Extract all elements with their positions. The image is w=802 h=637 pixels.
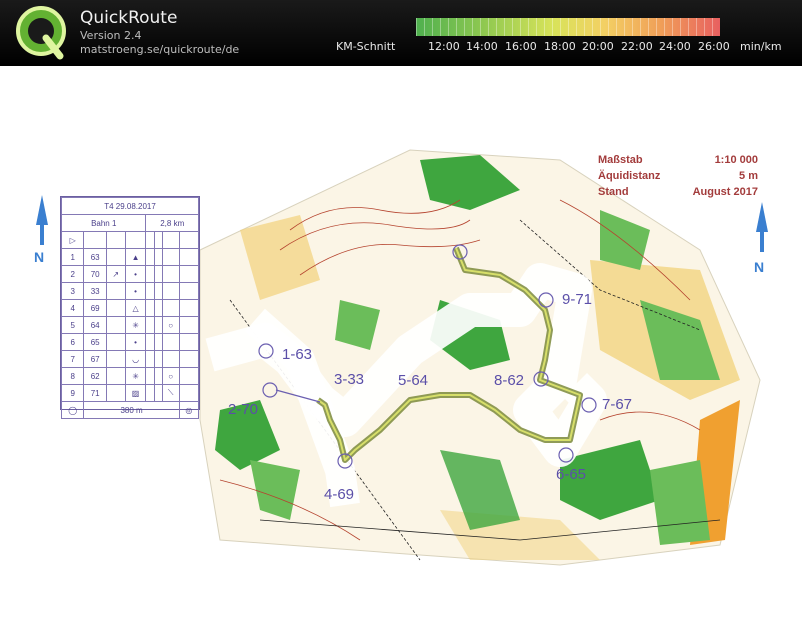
control-label: 2-70 <box>228 401 259 418</box>
card-row-code: 69 <box>83 299 107 317</box>
pace-tick: 12:00 <box>428 40 460 53</box>
app-url: matstroeng.se/quickroute/de <box>80 43 240 56</box>
pace-unit: min/km <box>740 40 782 53</box>
pace-tick: 16:00 <box>505 40 537 53</box>
control-label: 6-65 <box>556 466 587 483</box>
legend-key: Maßstab <box>598 154 643 166</box>
card-finish-distance: 380 m <box>83 401 180 419</box>
svg-text:N: N <box>754 259 764 275</box>
card-row-num: 4 <box>60 299 85 317</box>
legend-value: 5 m <box>739 170 758 182</box>
card-title: T4 29.08.2017 <box>61 197 199 215</box>
finish-circle-icon: ◎ <box>178 401 200 419</box>
legend-key: Äquidistanz <box>598 170 661 182</box>
control-label: 8-62 <box>494 372 525 389</box>
app-title: QuickRoute <box>80 8 178 28</box>
control-label: 3-33 <box>334 371 365 388</box>
card-length: 2,8 km <box>145 214 199 232</box>
pace-tick: 20:00 <box>582 40 614 53</box>
orienteering-map[interactable]: N N 1-63 2-70 3-33 4-69 5-64 6-65 7-67 8… <box>0 66 802 632</box>
pace-tick: 26:00 <box>698 40 730 53</box>
legend-key: Stand <box>598 186 629 198</box>
control-label: 7-67 <box>602 396 633 413</box>
card-row-num: 8 <box>60 367 85 385</box>
card-row-code: 71 <box>83 384 107 402</box>
card-row-num: 3 <box>60 282 85 300</box>
card-row-code: 33 <box>83 282 107 300</box>
pace-tick: 24:00 <box>659 40 691 53</box>
app-version: Version 2.4 <box>80 29 142 42</box>
control-label: 1-63 <box>282 346 313 363</box>
control-label: 4-69 <box>324 486 355 503</box>
card-row-code: 64 <box>83 316 107 334</box>
quickroute-logo-icon <box>16 6 66 60</box>
card-row-num: 9 <box>60 384 85 402</box>
card-row-code: 62 <box>83 367 107 385</box>
control-description-card: T4 29.08.2017 Bahn 1 2,8 km ▷ 1 63 ▲ 2 70 ↗ • … <box>60 196 200 419</box>
card-course: Bahn 1 <box>60 214 147 232</box>
card-row-num: 5 <box>60 316 85 334</box>
card-row-code: 63 <box>83 248 107 266</box>
finish-icon: ◯ <box>60 401 85 419</box>
svg-text:N: N <box>34 249 44 265</box>
symbol-icon: ▲ <box>124 248 147 266</box>
pace-tick: 22:00 <box>621 40 653 53</box>
card-row-num: 6 <box>60 333 85 351</box>
card-row-code: 70 <box>83 265 107 283</box>
app-header: QuickRoute Version 2.4 matstroeng.se/qui… <box>0 0 802 66</box>
start-triangle-icon: ▷ <box>60 231 85 249</box>
card-row-code: 65 <box>83 333 107 351</box>
legend-value: 1:10 000 <box>714 154 758 166</box>
map-info-legend: Maßstab 1:10 000 Äquidistanz 5 m Stand Augu… <box>598 154 758 202</box>
pace-scale-label: KM-Schnitt <box>336 40 396 53</box>
card-row-code: 67 <box>83 350 107 368</box>
control-label: 9-71 <box>562 291 593 308</box>
legend-value: August 2017 <box>692 186 758 198</box>
control-label: 5-64 <box>398 372 429 389</box>
card-row-num: 7 <box>60 350 85 368</box>
card-row-num: 2 <box>60 265 85 283</box>
pace-color-scale <box>416 18 720 36</box>
pace-tick: 14:00 <box>466 40 498 53</box>
pace-tick: 18:00 <box>544 40 576 53</box>
card-row-num: 1 <box>60 248 85 266</box>
